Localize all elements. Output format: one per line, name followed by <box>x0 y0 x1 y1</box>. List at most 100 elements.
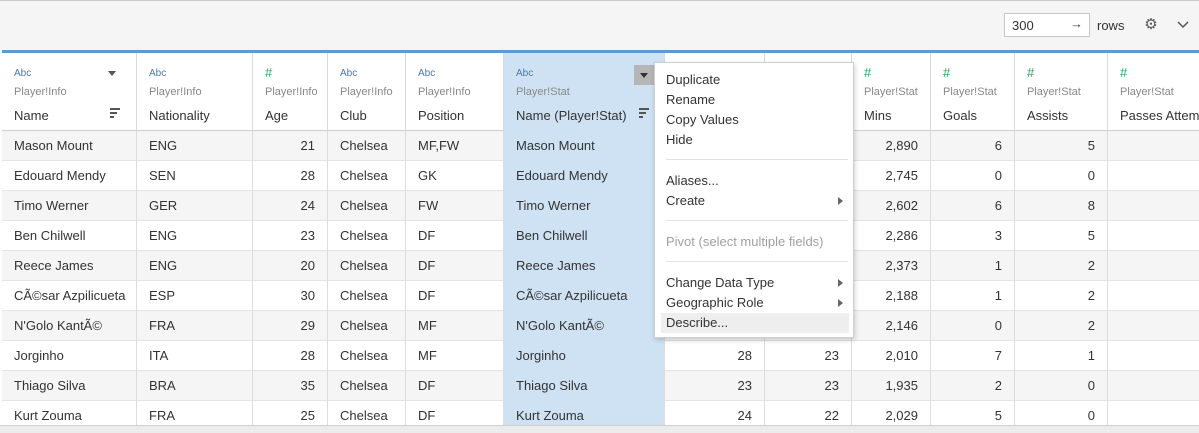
menu-item-duplicate[interactable]: Duplicate <box>666 72 720 87</box>
column-header-name-player-stat[interactable]: Abc Player!Stat Name (Player!Stat) <box>504 53 665 131</box>
cell-name-player-stat[interactable]: CÃ©sar Azpilicueta <box>504 281 665 311</box>
cell-age[interactable]: 30 <box>253 281 328 311</box>
horizontal-scrollbar[interactable] <box>0 425 1199 433</box>
table-row[interactable]: Ben Chilwell ENG 23 Chelsea DF Ben Chilwell 2,… <box>2 221 1199 251</box>
cell-name[interactable]: Ben Chilwell <box>2 221 137 251</box>
cell-name[interactable]: CÃ©sar Azpilicueta <box>2 281 137 311</box>
cell-club[interactable]: Chelsea <box>328 371 406 401</box>
cell-assists[interactable]: 2 <box>1015 311 1108 341</box>
cell-name[interactable]: Mason Mount <box>2 131 137 161</box>
cell-goals[interactable]: 3 <box>931 221 1015 251</box>
cell-name-player-stat[interactable]: Thiago Silva <box>504 371 665 401</box>
menu-item-create[interactable]: Create <box>666 193 705 208</box>
menu-item-change-data-type[interactable]: Change Data Type <box>666 275 774 290</box>
column-menu-button[interactable] <box>634 65 654 85</box>
cell-goals[interactable]: 0 <box>931 161 1015 191</box>
table-row[interactable]: Thiago Silva BRA 35 Chelsea DF Thiago Silva 23… <box>2 371 1199 401</box>
cell-age[interactable]: 28 <box>253 341 328 371</box>
menu-item-geographic-role[interactable]: Geographic Role <box>666 295 764 310</box>
cell-position[interactable]: DF <box>406 251 504 281</box>
cell-assists[interactable]: 8 <box>1015 191 1108 221</box>
cell-passes-attempted[interactable] <box>1108 161 1199 191</box>
cell-name-player-stat[interactable]: Reece James <box>504 251 665 281</box>
cell-name[interactable]: Edouard Mendy <box>2 161 137 191</box>
table-row[interactable]: Mason Mount ENG 21 Chelsea MF,FW Mason Mount 2… <box>2 131 1199 161</box>
cell-club[interactable]: Chelsea <box>328 131 406 161</box>
cell-assists[interactable]: 5 <box>1015 221 1108 251</box>
cell-position[interactable]: DF <box>406 371 504 401</box>
cell-nationality[interactable]: ESP <box>137 281 253 311</box>
cell-mins[interactable]: 2,188 <box>852 281 931 311</box>
cell-name[interactable]: Jorginho <box>2 341 137 371</box>
cell-hidden-1[interactable]: 28 <box>665 341 765 371</box>
cell-mins[interactable]: 2,146 <box>852 311 931 341</box>
cell-age[interactable]: 20 <box>253 251 328 281</box>
cell-nationality[interactable]: ENG <box>137 221 253 251</box>
table-row[interactable]: CÃ©sar Azpilicueta ESP 30 Chelsea DF CÃ©sar A… <box>2 281 1199 311</box>
cell-goals[interactable]: 2 <box>931 371 1015 401</box>
cell-club[interactable]: Chelsea <box>328 251 406 281</box>
cell-age[interactable]: 23 <box>253 221 328 251</box>
cell-age[interactable]: 28 <box>253 161 328 191</box>
menu-item-rename[interactable]: Rename <box>666 92 715 107</box>
cell-nationality[interactable]: ENG <box>137 251 253 281</box>
cell-hidden-2[interactable]: 23 <box>765 341 852 371</box>
cell-age[interactable]: 21 <box>253 131 328 161</box>
cell-position[interactable]: MF <box>406 341 504 371</box>
rows-count-value[interactable]: 300 <box>1012 18 1034 33</box>
cell-mins[interactable]: 1,935 <box>852 371 931 401</box>
table-row[interactable]: Timo Werner GER 24 Chelsea FW Timo Werner 2,60… <box>2 191 1199 221</box>
cell-position[interactable]: DF <box>406 221 504 251</box>
column-header-goals[interactable]: # Player!Stat Goals <box>931 53 1015 131</box>
menu-item-describe[interactable]: Describe... <box>666 315 728 330</box>
cell-passes-attempted[interactable] <box>1108 281 1199 311</box>
cell-position[interactable]: FW <box>406 191 504 221</box>
column-header-position[interactable]: Abc Player!Info Position <box>406 53 504 131</box>
cell-mins[interactable]: 2,745 <box>852 161 931 191</box>
cell-goals[interactable]: 6 <box>931 191 1015 221</box>
cell-passes-attempted[interactable] <box>1108 371 1199 401</box>
cell-club[interactable]: Chelsea <box>328 221 406 251</box>
cell-name-player-stat[interactable]: Ben Chilwell <box>504 221 665 251</box>
column-header-nationality[interactable]: Abc Player!Info Nationality <box>137 53 253 131</box>
cell-passes-attempted[interactable] <box>1108 131 1199 161</box>
cell-goals[interactable]: 7 <box>931 341 1015 371</box>
cell-goals[interactable]: 1 <box>931 281 1015 311</box>
table-row[interactable]: N'Golo KantÃ© FRA 29 Chelsea MF N'Golo KantÃ©… <box>2 311 1199 341</box>
column-header-name[interactable]: Abc Player!Info Name <box>2 53 137 131</box>
gear-icon[interactable]: ⚙ <box>1142 16 1160 34</box>
chevron-down-icon[interactable] <box>1174 18 1192 32</box>
cell-assists[interactable]: 2 <box>1015 281 1108 311</box>
cell-hidden-1[interactable]: 23 <box>665 371 765 401</box>
sort-icon[interactable] <box>110 108 122 118</box>
cell-assists[interactable]: 0 <box>1015 371 1108 401</box>
cell-age[interactable]: 24 <box>253 191 328 221</box>
cell-club[interactable]: Chelsea <box>328 191 406 221</box>
cell-passes-attempted[interactable] <box>1108 341 1199 371</box>
cell-position[interactable]: MF <box>406 311 504 341</box>
cell-mins[interactable]: 2,010 <box>852 341 931 371</box>
menu-item-aliases[interactable]: Aliases... <box>666 173 719 188</box>
cell-name[interactable]: N'Golo KantÃ© <box>2 311 137 341</box>
sort-icon[interactable] <box>639 108 651 118</box>
cell-passes-attempted[interactable] <box>1108 221 1199 251</box>
table-row[interactable]: Reece James ENG 20 Chelsea DF Reece James 2,37… <box>2 251 1199 281</box>
cell-mins[interactable]: 2,602 <box>852 191 931 221</box>
cell-age[interactable]: 29 <box>253 311 328 341</box>
cell-club[interactable]: Chelsea <box>328 161 406 191</box>
rows-count-input[interactable]: 300 → <box>1004 13 1090 37</box>
cell-nationality[interactable]: ENG <box>137 131 253 161</box>
cell-nationality[interactable]: ITA <box>137 341 253 371</box>
menu-item-hide[interactable]: Hide <box>666 132 693 147</box>
cell-goals[interactable]: 1 <box>931 251 1015 281</box>
column-menu-arrow-icon[interactable] <box>108 71 116 76</box>
cell-assists[interactable]: 0 <box>1015 161 1108 191</box>
cell-mins[interactable]: 2,890 <box>852 131 931 161</box>
cell-goals[interactable]: 6 <box>931 131 1015 161</box>
cell-passes-attempted[interactable] <box>1108 191 1199 221</box>
cell-name[interactable]: Reece James <box>2 251 137 281</box>
cell-hidden-2[interactable]: 23 <box>765 371 852 401</box>
cell-name-player-stat[interactable]: Edouard Mendy <box>504 161 665 191</box>
cell-goals[interactable]: 0 <box>931 311 1015 341</box>
table-row[interactable]: Edouard Mendy SEN 28 Chelsea GK Edouard Mendy… <box>2 161 1199 191</box>
